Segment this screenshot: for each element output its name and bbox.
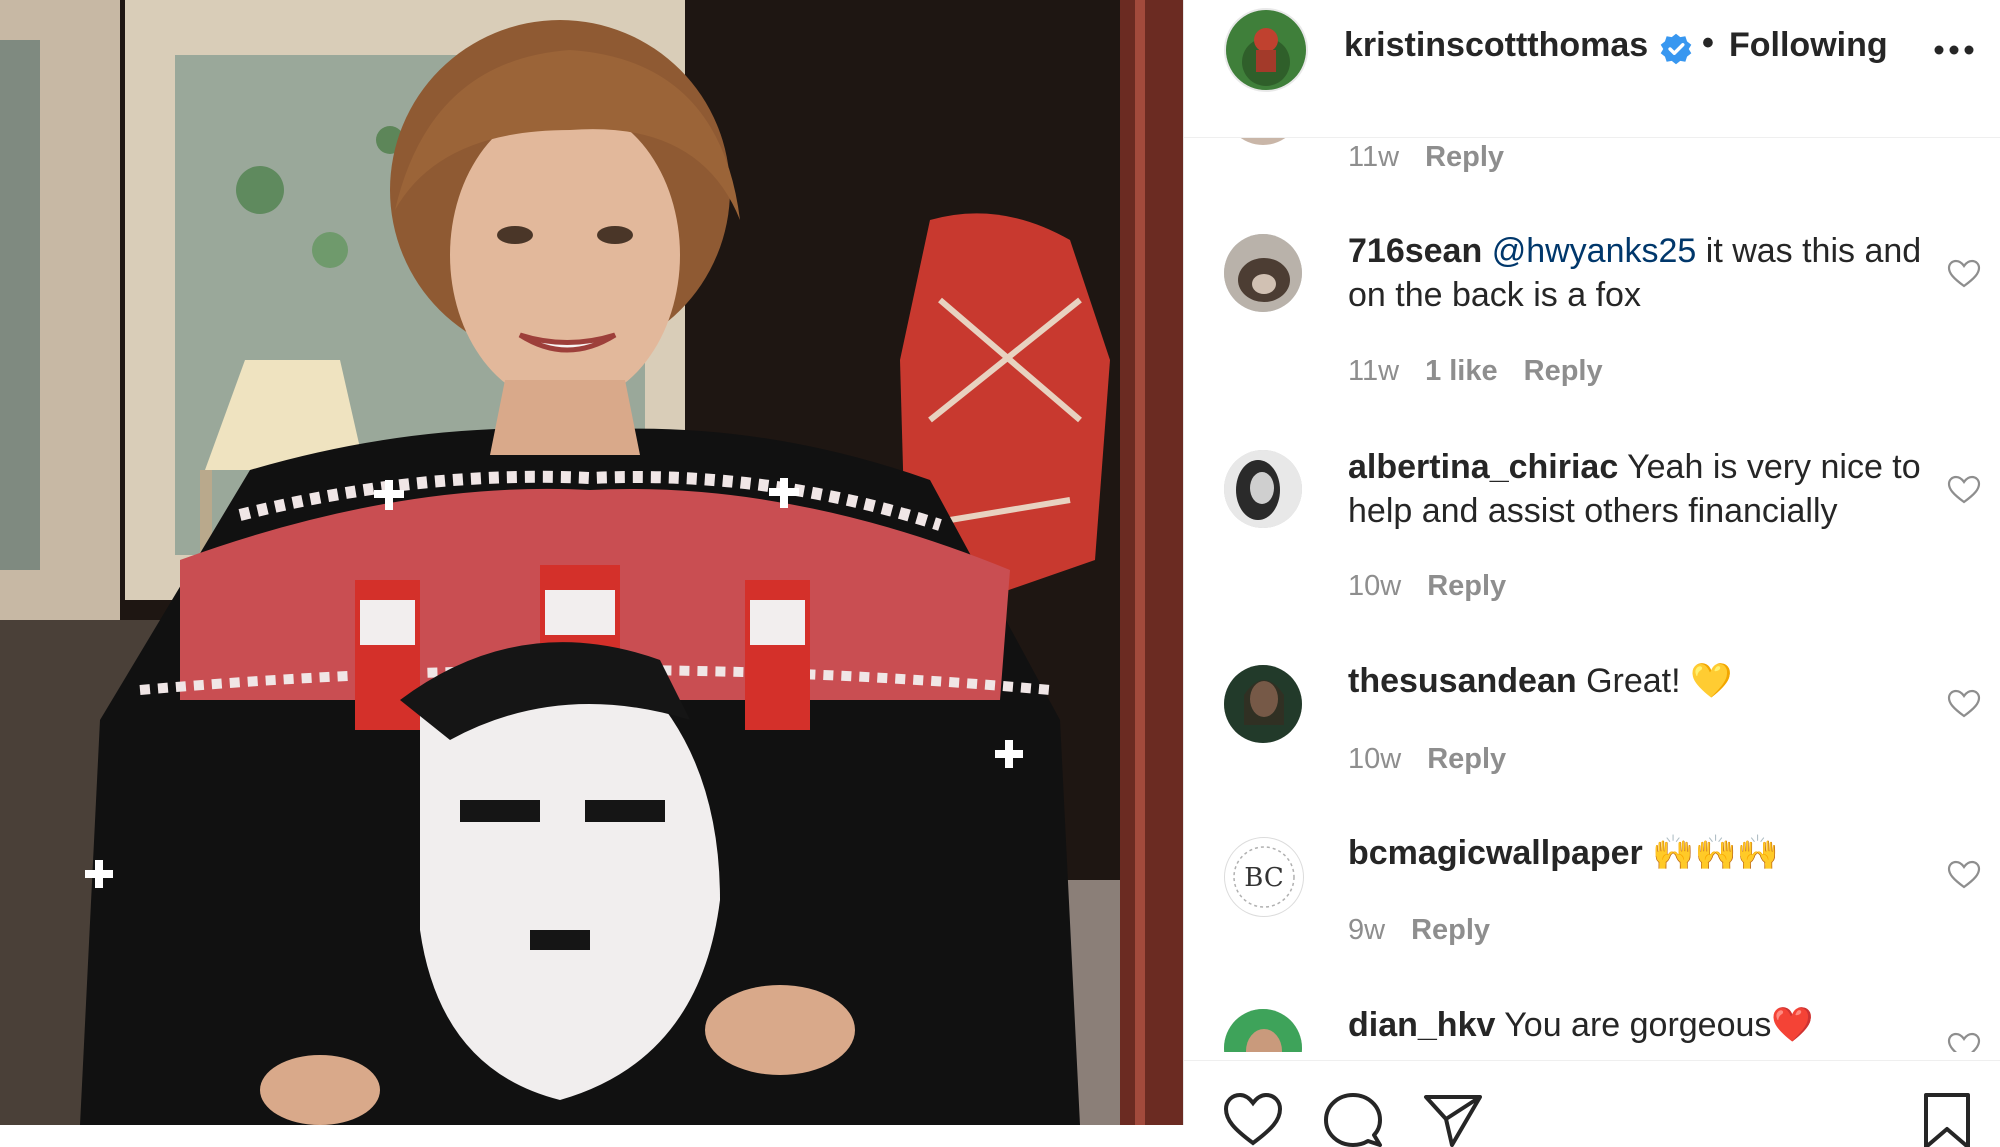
like-comment-icon[interactable] <box>1947 259 1981 289</box>
comment-text: bcmagicwallpaper 🙌🙌🙌 <box>1348 831 1928 875</box>
author-avatar-image <box>1226 10 1306 90</box>
comment-text: thesusandean Great! 💛 <box>1348 659 1928 703</box>
reply-button[interactable]: Reply <box>1425 141 1504 173</box>
comment-meta: 11w Reply <box>1348 141 1530 174</box>
comment-username[interactable]: thesusandean <box>1348 662 1577 700</box>
heart-icon[interactable] <box>1222 1091 1284 1147</box>
comment-meta: 10w Reply <box>1348 743 1532 776</box>
comment-avatar-initials: BC <box>1244 863 1283 893</box>
comment-icon[interactable] <box>1322 1091 1384 1147</box>
post-photo-illustration <box>0 0 1183 1125</box>
bookmark-icon[interactable] <box>1916 1091 1978 1147</box>
comment-avatar-image <box>1224 234 1302 312</box>
reply-button[interactable]: Reply <box>1427 570 1506 602</box>
comment-avatar-image <box>1224 450 1302 528</box>
author-username[interactable]: kristinscottthomas <box>1344 26 1648 65</box>
comment-avatar[interactable] <box>1224 1009 1302 1052</box>
like-comment-icon[interactable] <box>1947 475 1981 505</box>
comment-time: 10w <box>1348 743 1402 775</box>
comment-body: 🙌🙌🙌 <box>1642 834 1780 872</box>
comment-avatar[interactable] <box>1224 450 1302 528</box>
comment-avatar[interactable] <box>1224 137 1302 145</box>
header-separator: • <box>1702 24 1714 62</box>
like-comment-icon[interactable] <box>1947 1032 1981 1052</box>
comment-avatar[interactable] <box>1224 234 1302 312</box>
comment-text: albertina_chiriac Yeah is very nice to h… <box>1348 445 1928 533</box>
comment-time: 11w <box>1348 355 1400 387</box>
comment-body: You are gorgeous❤️ <box>1495 1006 1814 1044</box>
comment-username[interactable]: bcmagicwallpaper <box>1348 834 1643 872</box>
comment-meta: 10w Reply <box>1348 570 1532 603</box>
post-actions-bar <box>1184 1060 2000 1147</box>
comment-avatar-image: BC <box>1233 846 1295 908</box>
comment-meta: 11w 1 like Reply <box>1348 355 1629 388</box>
reply-button[interactable]: Reply <box>1524 355 1603 387</box>
comment-body: Great! 💛 <box>1576 662 1733 700</box>
comment-time: 11w <box>1348 141 1400 173</box>
comment-text: 716sean @hwyanks25 it was this and on th… <box>1348 229 1928 317</box>
comment-username[interactable]: dian_hkv <box>1348 1006 1495 1044</box>
comment-username[interactable]: 716sean <box>1348 232 1482 270</box>
comment-meta: 9w Reply <box>1348 914 1516 947</box>
comment-avatar-image <box>1224 1009 1302 1052</box>
reply-button[interactable]: Reply <box>1427 743 1506 775</box>
author-avatar[interactable] <box>1224 8 1308 92</box>
comment-likes[interactable]: 1 like <box>1425 355 1498 387</box>
like-comment-icon[interactable] <box>1947 860 1981 890</box>
post-photo[interactable] <box>0 0 1183 1125</box>
post-header: kristinscottthomas • Following <box>1184 0 2000 138</box>
verified-badge-icon <box>1660 33 1692 65</box>
post-sidebar: kristinscottthomas • Following 11w Reply <box>1183 0 2000 1147</box>
comment-mention[interactable]: @hwyanks25 <box>1492 232 1697 270</box>
comment-avatar[interactable]: BC <box>1224 837 1304 917</box>
comments-list[interactable]: 11w Reply 716sean @hwyanks25 it was this … <box>1184 137 2000 1052</box>
more-options-icon[interactable] <box>1929 30 1979 70</box>
like-comment-icon[interactable] <box>1947 689 1981 719</box>
comment-avatar-image <box>1224 665 1302 743</box>
comment-username[interactable]: albertina_chiriac <box>1348 448 1618 486</box>
comment-time: 9w <box>1348 914 1386 946</box>
share-icon[interactable] <box>1422 1091 1484 1147</box>
comment-avatar[interactable] <box>1224 665 1302 743</box>
following-button[interactable]: Following <box>1729 26 1888 65</box>
comment-text: dian_hkv You are gorgeous❤️ <box>1348 1003 1928 1047</box>
comment-time: 10w <box>1348 570 1402 602</box>
reply-button[interactable]: Reply <box>1411 914 1490 946</box>
